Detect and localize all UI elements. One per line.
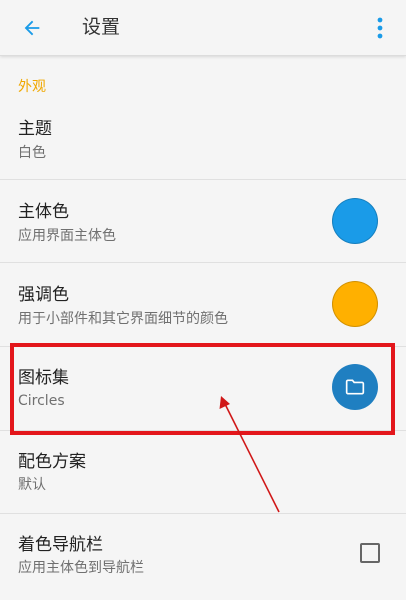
setting-title: 着色导航栏 xyxy=(18,535,103,555)
setting-icon-set[interactable]: 图标集 Circles xyxy=(0,347,406,431)
setting-subtitle: 应用界面主体色 xyxy=(18,228,116,244)
setting-title: 配色方案 xyxy=(18,452,86,472)
setting-subtitle: 白色 xyxy=(18,145,46,161)
setting-primary-color[interactable]: 主体色 应用界面主体色 xyxy=(0,180,406,263)
setting-subtitle: 默认 xyxy=(18,477,46,493)
setting-subtitle: 用于小部件和其它界面细节的颜色 xyxy=(18,311,228,327)
setting-colored-navbar[interactable]: 着色导航栏 应用主体色到导航栏 xyxy=(0,514,406,600)
more-vertical-icon xyxy=(377,17,383,39)
page-title: 设置 xyxy=(82,16,121,38)
colored-navbar-checkbox[interactable] xyxy=(360,543,380,563)
setting-subtitle: 应用主体色到导航栏 xyxy=(18,560,144,576)
more-options-button[interactable] xyxy=(368,10,392,46)
accent-color-swatch[interactable] xyxy=(332,281,378,327)
arrow-left-icon xyxy=(24,20,40,36)
setting-accent-color[interactable]: 强调色 用于小部件和其它界面细节的颜色 xyxy=(0,263,406,347)
setting-title: 强调色 xyxy=(18,285,69,305)
setting-subtitle: Circles xyxy=(18,393,65,409)
app-bar: 设置 xyxy=(0,0,406,56)
icon-set-button[interactable] xyxy=(332,364,378,410)
back-button[interactable] xyxy=(14,10,50,46)
setting-title: 图标集 xyxy=(18,368,69,388)
setting-title: 主题 xyxy=(18,119,52,139)
section-header-appearance: 外观 xyxy=(18,79,46,95)
setting-color-scheme[interactable]: 配色方案 默认 xyxy=(0,431,406,514)
primary-color-swatch[interactable] xyxy=(332,198,378,244)
setting-theme[interactable]: 主题 白色 xyxy=(0,100,406,180)
setting-title: 主体色 xyxy=(18,202,69,222)
folder-icon xyxy=(345,379,365,395)
